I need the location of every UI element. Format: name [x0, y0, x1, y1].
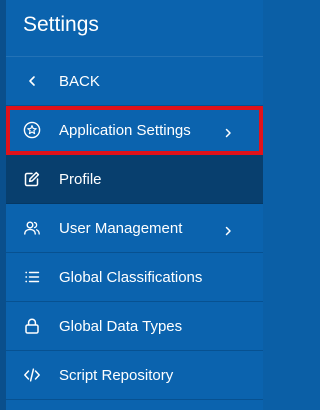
chevron-right-icon	[223, 223, 233, 236]
menu-item-profile[interactable]: Profile	[6, 155, 263, 204]
menu-item-label: Global Data Types	[59, 317, 183, 335]
users-icon	[23, 219, 41, 237]
page-title: Settings	[6, 0, 263, 57]
settings-sidebar: Settings BACK Application Settings Profi…	[6, 0, 263, 410]
menu-item-user-management[interactable]: User Management	[6, 204, 263, 253]
menu-item-label: Profile	[59, 170, 102, 188]
menu-item-label: Global Classifications	[59, 268, 203, 286]
menu-item-global-data-types[interactable]: Global Data Types	[6, 302, 263, 351]
menu-item-script-repository[interactable]: Script Repository	[6, 351, 263, 400]
chevron-right-icon	[223, 125, 233, 138]
menu-item-label: Script Repository	[59, 366, 174, 384]
menu-item-global-classifications[interactable]: Global Classifications	[6, 253, 263, 302]
list-icon	[23, 268, 41, 286]
menu-item-label: BACK	[59, 72, 100, 90]
chevron-left-icon	[23, 72, 41, 90]
menu-item-back[interactable]: BACK	[6, 57, 263, 106]
code-icon	[23, 366, 41, 384]
lock-icon	[23, 317, 41, 335]
edit-icon	[23, 170, 41, 188]
star-badge-icon	[23, 121, 41, 139]
menu-item-application-settings[interactable]: Application Settings	[6, 106, 263, 155]
